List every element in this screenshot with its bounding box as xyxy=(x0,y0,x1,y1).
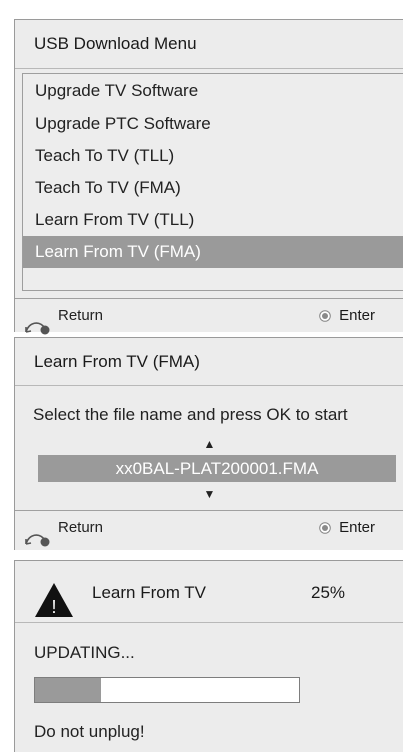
return-label[interactable]: Return xyxy=(58,307,103,324)
usb-menu-title: USB Download Menu xyxy=(15,20,403,69)
progress-bar xyxy=(34,677,300,703)
progress-title: Learn From TV xyxy=(92,583,207,602)
menu-item-learn-from-tv-tll[interactable]: Learn From TV (TLL) xyxy=(23,204,403,236)
update-progress-panel: ! Learn From TV 25% UPDATING... Do not u… xyxy=(14,560,403,752)
return-arrow-icon[interactable] xyxy=(23,530,53,548)
usb-menu-footer: Return Enter xyxy=(15,299,403,337)
file-instruction: Select the file name and press OK to sta… xyxy=(33,405,348,424)
menu-item-teach-to-tv-tll[interactable]: Teach To TV (TLL) xyxy=(23,140,403,172)
return-label[interactable]: Return xyxy=(58,519,103,536)
enter-label: Enter xyxy=(339,307,375,324)
menu-item-teach-to-tv-fma[interactable]: Teach To TV (FMA) xyxy=(23,172,403,204)
return-arrow-icon[interactable] xyxy=(23,318,53,336)
file-select-panel: Learn From TV (FMA) Select the file name… xyxy=(14,337,403,550)
usb-menu-list: Upgrade TV Software Upgrade PTC Software… xyxy=(22,73,403,291)
file-dialog-title: Learn From TV (FMA) xyxy=(15,338,403,386)
enter-button[interactable]: Enter xyxy=(319,307,375,324)
menu-item-upgrade-tv-software[interactable]: Upgrade TV Software xyxy=(23,74,403,108)
filename-selector[interactable]: xx0BAL-PLAT200001.FMA xyxy=(38,455,396,482)
enter-label: Enter xyxy=(339,519,375,536)
scroll-down-arrow-icon[interactable]: ▼ xyxy=(15,487,403,501)
ok-button-icon xyxy=(319,309,331,322)
menu-item-learn-from-tv-fma[interactable]: Learn From TV (FMA) xyxy=(23,236,403,268)
progress-bar-fill xyxy=(35,678,101,702)
enter-button[interactable]: Enter xyxy=(319,519,375,536)
usb-download-menu-panel: USB Download Menu Upgrade TV Software Up… xyxy=(14,19,403,335)
file-dialog-footer: Return Enter xyxy=(15,511,403,549)
warning-glyph: ! xyxy=(51,597,56,617)
update-status: UPDATING... xyxy=(34,643,135,662)
progress-header: ! Learn From TV 25% xyxy=(15,561,403,623)
unplug-warning: Do not unplug! xyxy=(34,722,145,741)
menu-item-upgrade-ptc-software[interactable]: Upgrade PTC Software xyxy=(23,108,403,140)
ok-button-icon xyxy=(319,521,331,534)
warning-triangle-icon: ! xyxy=(35,583,73,617)
scroll-up-arrow-icon[interactable]: ▲ xyxy=(15,437,403,451)
progress-percent: 25% xyxy=(311,583,346,602)
